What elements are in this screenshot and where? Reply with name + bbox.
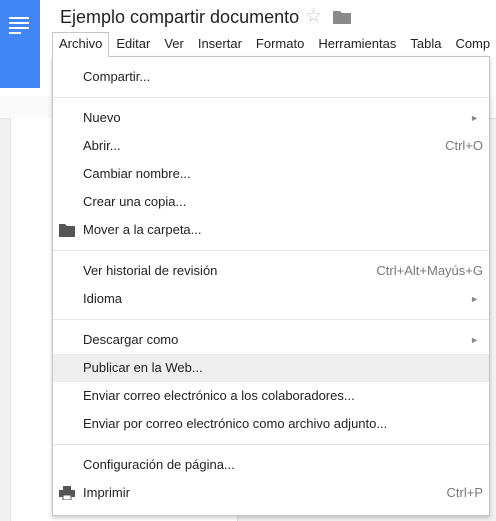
menu-separator — [53, 97, 489, 98]
file-menu-dropdown: Compartir... Nuevo ► Abrir... Ctrl+O Cam… — [52, 56, 490, 516]
menu-item-label: Compartir... — [83, 69, 151, 84]
menu-editar[interactable]: Editar — [109, 32, 157, 56]
shortcut-label: Ctrl+O — [445, 138, 483, 153]
submenu-arrow-icon: ► — [470, 335, 479, 345]
menu-item-email-as-attachment[interactable]: Enviar por correo electrónico como archi… — [53, 410, 489, 438]
menu-item-print[interactable]: Imprimir Ctrl+P — [53, 479, 489, 507]
menu-bar: Archivo Editar Ver Insertar Formato Herramien… — [52, 32, 496, 57]
document-title[interactable]: Ejemplo compartir documento — [60, 7, 299, 28]
menu-herramientas[interactable]: Herramientas — [311, 32, 403, 56]
shortcut-label: Ctrl+P — [446, 485, 483, 500]
menu-insertar[interactable]: Insertar — [191, 32, 249, 56]
menu-item-label: Descargar como — [83, 332, 179, 347]
menu-separator — [53, 444, 489, 445]
menu-ver[interactable]: Ver — [157, 32, 191, 56]
menu-archivo[interactable]: Archivo — [52, 32, 110, 57]
menu-item-label: Mover a la carpeta... — [83, 222, 202, 237]
menu-item-label: Enviar correo electrónico a los colabora… — [83, 388, 355, 403]
menu-item-label: Cambiar nombre... — [83, 166, 191, 181]
menu-item-label: Enviar por correo electrónico como archi… — [83, 416, 388, 431]
printer-icon — [59, 486, 75, 500]
menu-item-label: Crear una copia... — [83, 194, 187, 209]
menu-item-label: Ver historial de revisión — [83, 263, 218, 278]
menu-item-label: Abrir... — [83, 138, 121, 153]
folder-icon[interactable] — [333, 10, 351, 24]
menu-item-label: Nuevo — [83, 110, 121, 125]
folder-icon — [59, 224, 75, 237]
menu-item-make-copy[interactable]: Crear una copia... — [53, 188, 489, 216]
menu-tabla[interactable]: Tabla — [403, 32, 448, 56]
menu-item-download-as[interactable]: Descargar como ► — [53, 326, 489, 354]
submenu-arrow-icon: ► — [470, 294, 479, 304]
menu-item-label: Configuración de página... — [83, 457, 235, 472]
menu-item-label: Idioma — [83, 291, 123, 306]
star-icon[interactable]: ☆ — [305, 6, 322, 28]
menu-formato[interactable]: Formato — [249, 32, 311, 56]
menu-separator — [53, 319, 489, 320]
menu-item-share[interactable]: Compartir... — [53, 63, 489, 91]
menu-item-language[interactable]: Idioma ► — [53, 285, 489, 313]
submenu-arrow-icon: ► — [470, 113, 479, 123]
menu-complementos[interactable]: Comp — [448, 32, 496, 56]
menu-item-label: Imprimir — [83, 485, 130, 500]
menu-separator — [53, 250, 489, 251]
docs-logo-icon[interactable] — [0, 0, 40, 88]
menu-item-rename[interactable]: Cambiar nombre... — [53, 160, 489, 188]
menu-item-new[interactable]: Nuevo ► — [53, 104, 489, 132]
menu-item-open[interactable]: Abrir... Ctrl+O — [53, 132, 489, 160]
menu-item-page-setup[interactable]: Configuración de página... — [53, 451, 489, 479]
menu-item-publish-to-web[interactable]: Publicar en la Web... — [53, 354, 489, 382]
menu-item-revision-history[interactable]: Ver historial de revisión Ctrl+Alt+Mayús… — [53, 257, 489, 285]
menu-item-move-to-folder[interactable]: Mover a la carpeta... — [53, 216, 489, 244]
menu-item-label: Publicar en la Web... — [83, 360, 203, 375]
shortcut-label: Ctrl+Alt+Mayús+G — [376, 263, 483, 278]
menu-item-email-collaborators[interactable]: Enviar correo electrónico a los colabora… — [53, 382, 489, 410]
